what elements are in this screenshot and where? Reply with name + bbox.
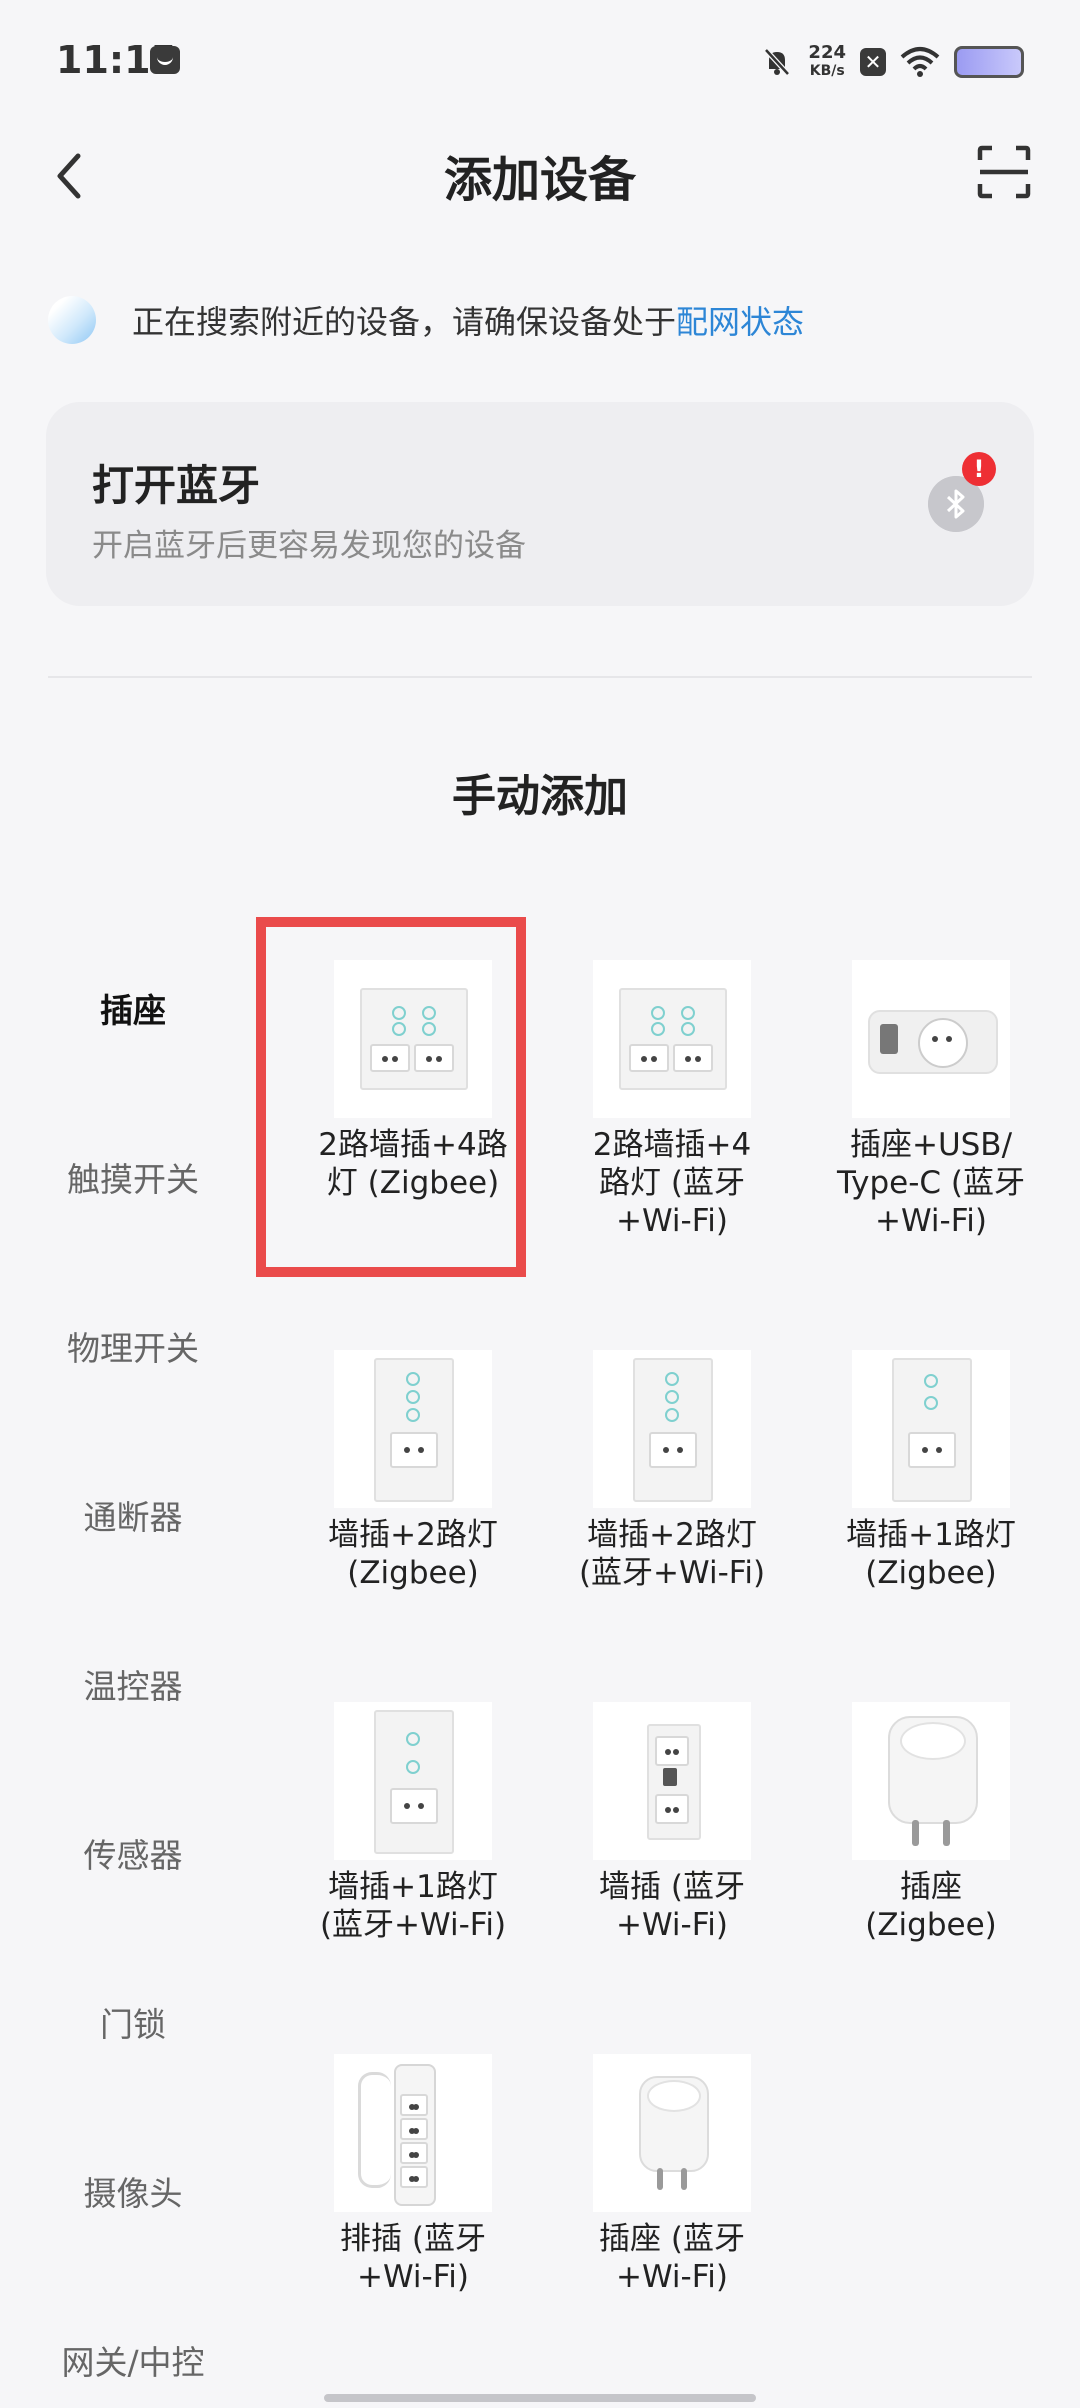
- manual-add-title: 手动添加: [452, 771, 628, 822]
- device-tile[interactable]: 插座 (蓝牙 +Wi-Fi): [543, 2054, 801, 2296]
- device-label: 插座+USB/ Type-C (蓝牙 +Wi-Fi): [837, 1127, 1025, 1239]
- device-label: 墙插+1路灯 (蓝牙+Wi-Fi): [319, 1869, 507, 1943]
- device-label: 墙插+2路灯 (Zigbee): [328, 1517, 498, 1591]
- pairing-mode-link[interactable]: 配网状态: [676, 297, 804, 343]
- net-speed-unit: KB/s: [809, 63, 845, 79]
- status-bar: 11:15 224 KB/s ✕: [0, 0, 1080, 130]
- category-sensor[interactable]: 传感器: [0, 1829, 266, 1877]
- category-physical-switch[interactable]: 物理开关: [0, 1322, 266, 1370]
- page-title: 添加设备: [443, 152, 636, 208]
- device-label: 排插 (蓝牙 +Wi-Fi): [340, 2221, 486, 2295]
- category-gateway[interactable]: 网关/中控: [0, 2336, 266, 2384]
- device-label: 墙插+1路灯 (Zigbee): [846, 1517, 1016, 1591]
- double-socket-4-touch-panel-icon: [593, 960, 751, 1118]
- device-tile[interactable]: 插座+USB/ Type-C (蓝牙 +Wi-Fi): [802, 960, 1060, 1240]
- category-camera[interactable]: 摄像头: [0, 2167, 266, 2215]
- device-label: 2路墙插+4 路灯 (蓝牙 +Wi-Fi): [592, 1127, 752, 1239]
- top-nav: 添加设备: [0, 120, 1080, 230]
- category-door-lock[interactable]: 门锁: [0, 1998, 266, 2046]
- device-tile[interactable]: 墙插+2路灯 (蓝牙+Wi-Fi): [543, 1350, 801, 1592]
- wifi-icon: [900, 47, 940, 77]
- socket-1-touch-panel-icon: [852, 1350, 1010, 1508]
- bluetooth-card-subtitle: 开启蓝牙后更容易发现您的设备: [92, 528, 526, 564]
- device-tile[interactable]: 2路墙插+4 路灯 (蓝牙 +Wi-Fi): [543, 960, 801, 1240]
- scan-qr-button[interactable]: [976, 144, 1032, 200]
- home-indicator[interactable]: [324, 2394, 756, 2402]
- net-speed: 224 KB/s: [808, 44, 846, 80]
- device-tile[interactable]: 墙插+2路灯 (Zigbee): [284, 1350, 542, 1592]
- socket-2-touch-panel-icon: [593, 1350, 751, 1508]
- battery-icon: [954, 46, 1024, 78]
- bluetooth-card[interactable]: 打开蓝牙 开启蓝牙后更容易发现您的设备 !: [46, 402, 1034, 606]
- socket-1-touch-panel-icon: [334, 1702, 492, 1860]
- socket-2-touch-panel-icon: [334, 1350, 492, 1508]
- device-label: 墙插+2路灯 (蓝牙+Wi-Fi): [578, 1517, 766, 1591]
- device-tile[interactable]: 墙插+1路灯 (Zigbee): [802, 1350, 1060, 1592]
- device-tile[interactable]: 插座 (Zigbee): [802, 1702, 1060, 1944]
- device-tile[interactable]: 墙插 (蓝牙 +Wi-Fi): [543, 1702, 801, 1944]
- device-tile[interactable]: 墙插+1路灯 (蓝牙+Wi-Fi): [284, 1702, 542, 1944]
- device-tile[interactable]: 排插 (蓝牙 +Wi-Fi): [284, 2054, 542, 2296]
- alert-badge-icon: !: [962, 452, 996, 486]
- divider: [48, 676, 1032, 678]
- net-speed-value: 224: [808, 42, 846, 63]
- message-notification-icon: [150, 46, 180, 74]
- wall-socket-usb-icon: [593, 1702, 751, 1860]
- plug-adapter-icon: [593, 2054, 751, 2212]
- category-thermostat[interactable]: 温控器: [0, 1660, 266, 1708]
- category-breaker[interactable]: 通断器: [0, 1491, 266, 1539]
- category-touch-switch[interactable]: 触摸开关: [0, 1153, 266, 1201]
- plug-adapter-icon: [852, 1702, 1010, 1860]
- searching-spinner-icon: [48, 296, 96, 344]
- search-status: 正在搜索附近的设备，请确保设备处于 配网状态: [48, 290, 804, 350]
- socket-usb-module-icon: [852, 960, 1010, 1118]
- category-socket[interactable]: 插座: [0, 984, 266, 1032]
- selection-highlight: [256, 917, 526, 1277]
- device-label: 墙插 (蓝牙 +Wi-Fi): [599, 1869, 745, 1943]
- sim-off-icon: ✕: [860, 48, 886, 76]
- device-label: 插座 (蓝牙 +Wi-Fi): [599, 2221, 745, 2295]
- search-status-text: 正在搜索附近的设备，请确保设备处于: [132, 303, 677, 341]
- device-label: 插座 (Zigbee): [865, 1869, 997, 1943]
- mute-bell-icon: [764, 48, 791, 76]
- bluetooth-card-title: 打开蓝牙: [92, 461, 261, 510]
- power-strip-icon: [334, 2054, 492, 2212]
- status-icons: 224 KB/s ✕: [760, 40, 1024, 84]
